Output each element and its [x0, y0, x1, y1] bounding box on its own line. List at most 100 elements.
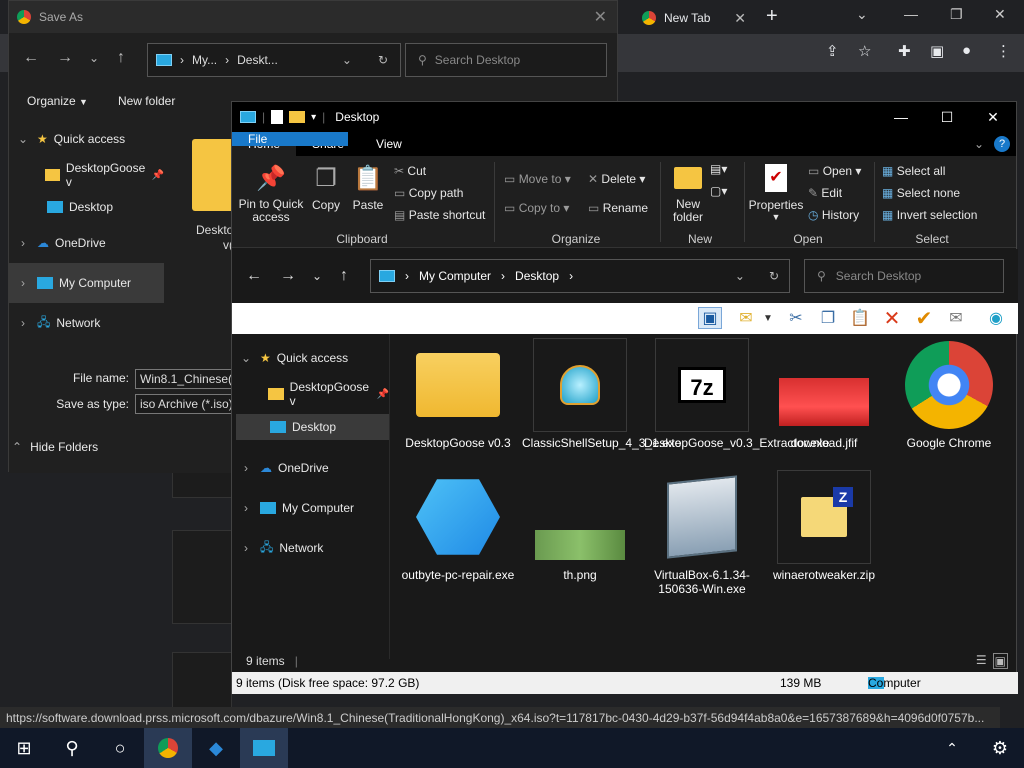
- file-item[interactable]: Z winaerotweaker.zip: [766, 470, 882, 582]
- breadcrumb-item[interactable]: Deskt...: [237, 53, 278, 67]
- paste-button[interactable]: 📋 Paste: [350, 162, 386, 213]
- windows-start-icon[interactable]: ⊞: [0, 728, 48, 768]
- close-icon[interactable]: ✕: [594, 7, 607, 27]
- file-item[interactable]: 7z DesktopGoose_v0.3_Extractor.exe: [644, 338, 829, 450]
- tree-item-network[interactable]: › 🖧 Network: [232, 532, 389, 564]
- move-to-button[interactable]: ▭ Move to ▾: [504, 172, 571, 186]
- close-tab-icon[interactable]: ✕: [734, 10, 746, 27]
- menu-icon[interactable]: ⋮: [996, 42, 1011, 60]
- file-name-field[interactable]: Win8.1_Chinese(T: [135, 369, 235, 389]
- chevron-right-icon[interactable]: ›: [232, 541, 260, 555]
- help-icon[interactable]: ?: [994, 136, 1010, 152]
- new-folder-button[interactable]: New folder: [666, 162, 710, 224]
- copy-button[interactable]: ❐ Copy: [308, 162, 344, 213]
- sidebar-icon[interactable]: ▣: [930, 42, 944, 60]
- tree-item-onedrive[interactable]: › ☁ OneDrive: [9, 223, 164, 263]
- address-bar[interactable]: › My Computer › Desktop › ⌄ ↻: [370, 259, 790, 293]
- edit-button[interactable]: ✎ Edit: [808, 186, 842, 200]
- chevron-down-icon[interactable]: ▼: [762, 307, 774, 329]
- tab-view[interactable]: View: [360, 132, 418, 156]
- properties-check-icon[interactable]: ✔: [912, 307, 936, 330]
- copy-icon[interactable]: ❐: [816, 307, 840, 329]
- copy-to-button[interactable]: ▭ Copy to ▾: [504, 201, 569, 215]
- tree-item-desktopgoose[interactable]: DesktopGoose v 📌: [9, 159, 164, 191]
- tree-item-desktop[interactable]: Desktop: [9, 191, 164, 223]
- address-dropdown-icon[interactable]: ⌄: [342, 53, 352, 67]
- search-input[interactable]: ⚲ Search Desktop: [804, 259, 1004, 293]
- file-item[interactable]: DesktopGoose v0.3: [400, 338, 516, 450]
- tree-item-my-computer[interactable]: › My Computer: [232, 492, 389, 524]
- search-icon[interactable]: ⚲: [48, 728, 96, 768]
- invert-selection-button[interactable]: ▦ Invert selection: [882, 208, 977, 222]
- tree-item-desktopgoose[interactable]: DesktopGoose v 📌: [232, 380, 389, 408]
- restore-icon[interactable]: ❐: [950, 6, 963, 23]
- extensions-icon[interactable]: ✚: [898, 42, 911, 60]
- minimize-icon[interactable]: —: [878, 109, 924, 126]
- save-as-type-select[interactable]: iso Archive (*.iso): [135, 394, 235, 414]
- file-item[interactable]: outbyte-pc-repair.exe: [400, 470, 516, 582]
- chevron-right-icon[interactable]: ›: [232, 501, 260, 515]
- organize-button[interactable]: Organize ▼: [27, 94, 88, 108]
- select-none-button[interactable]: ▦ Select none: [882, 186, 960, 200]
- back-arrow-icon[interactable]: ←: [246, 267, 262, 285]
- folder-options-icon[interactable]: ✉: [734, 307, 758, 329]
- chevron-down-icon[interactable]: ⌄: [232, 351, 260, 365]
- tree-item-quick-access[interactable]: ⌄ ★ Quick access: [9, 119, 164, 159]
- rename-button[interactable]: ▭ Rename: [588, 201, 648, 215]
- tree-item-my-computer[interactable]: › My Computer: [9, 263, 164, 303]
- recent-locations-icon[interactable]: ⌄: [312, 269, 322, 283]
- select-all-button[interactable]: ▦ Select all: [882, 164, 945, 178]
- history-button[interactable]: ◷ History: [808, 208, 859, 222]
- properties-qat-icon[interactable]: [271, 110, 284, 124]
- defender-shield-icon[interactable]: ◆: [192, 728, 240, 768]
- qat-dropdown-icon[interactable]: ▾: [311, 112, 316, 123]
- tab-search-icon[interactable]: ⌄: [856, 6, 868, 23]
- pin-to-quick-access-button[interactable]: 📌 Pin to Quick access: [238, 162, 304, 224]
- task-view-icon[interactable]: ○: [96, 728, 144, 768]
- up-arrow-icon[interactable]: ↑: [117, 49, 125, 67]
- large-icons-view-icon[interactable]: ▣: [992, 653, 1008, 669]
- cut-icon[interactable]: ✂: [784, 307, 808, 329]
- minimize-icon[interactable]: —: [904, 6, 918, 22]
- tree-item-network[interactable]: › 🖧 Network: [9, 303, 164, 343]
- hide-folders-button[interactable]: ⌃ Hide Folders: [12, 440, 98, 454]
- chevron-right-icon[interactable]: ›: [9, 276, 37, 290]
- paste-icon[interactable]: 📋: [848, 307, 872, 329]
- refresh-icon[interactable]: ↻: [769, 269, 779, 283]
- tree-item-quick-access[interactable]: ⌄ ★ Quick access: [232, 342, 389, 374]
- tree-item-onedrive[interactable]: › ☁ OneDrive: [232, 452, 389, 484]
- ribbon-collapse-icon[interactable]: ⌄: [974, 137, 984, 151]
- close-icon[interactable]: ✕: [970, 109, 1016, 126]
- search-input[interactable]: ⚲ Search Desktop: [405, 43, 607, 77]
- settings-gear-icon[interactable]: ⚙: [976, 728, 1024, 768]
- chrome-tab[interactable]: New Tab ✕: [630, 4, 754, 32]
- share-icon[interactable]: ⇪: [826, 42, 839, 60]
- paste-shortcut-button[interactable]: ▤ Paste shortcut: [394, 208, 485, 222]
- up-arrow-icon[interactable]: ↑: [340, 267, 348, 285]
- tab-file[interactable]: File: [232, 132, 348, 146]
- chevron-right-icon[interactable]: ›: [9, 316, 37, 330]
- new-tab-button[interactable]: +: [766, 5, 778, 28]
- easy-access-icon[interactable]: ▢▾: [710, 184, 727, 198]
- classic-shell-icon[interactable]: ◉: [984, 307, 1008, 329]
- breadcrumb-item[interactable]: My...: [192, 53, 217, 67]
- file-explorer-taskbar-icon[interactable]: [240, 728, 288, 768]
- file-item[interactable]: th.png: [522, 470, 638, 582]
- forward-arrow-icon[interactable]: →: [57, 49, 73, 67]
- recent-locations-icon[interactable]: ⌄: [89, 51, 99, 65]
- address-dropdown-icon[interactable]: ⌄: [735, 269, 745, 283]
- new-item-icon[interactable]: ▤▾: [710, 162, 727, 176]
- details-view-icon[interactable]: ☰: [976, 653, 987, 669]
- close-icon[interactable]: ✕: [994, 6, 1006, 23]
- navigation-pane-icon[interactable]: ▣: [698, 307, 722, 329]
- file-item[interactable]: VirtualBox-6.1.34-150636-Win.exe: [644, 470, 760, 596]
- cut-button[interactable]: ✂ Cut: [394, 164, 426, 178]
- delete-icon[interactable]: ✕: [880, 307, 904, 330]
- email-icon[interactable]: ✉: [944, 307, 968, 329]
- properties-button[interactable]: ✔ Properties ▼: [748, 162, 804, 222]
- back-arrow-icon[interactable]: ←: [23, 49, 39, 67]
- forward-arrow-icon[interactable]: →: [280, 267, 296, 285]
- tray-overflow-icon[interactable]: ⌃: [928, 728, 976, 768]
- file-item[interactable]: ClassicShellSetup_4_3_1.exe: [522, 338, 681, 450]
- profile-icon[interactable]: ●: [962, 42, 971, 59]
